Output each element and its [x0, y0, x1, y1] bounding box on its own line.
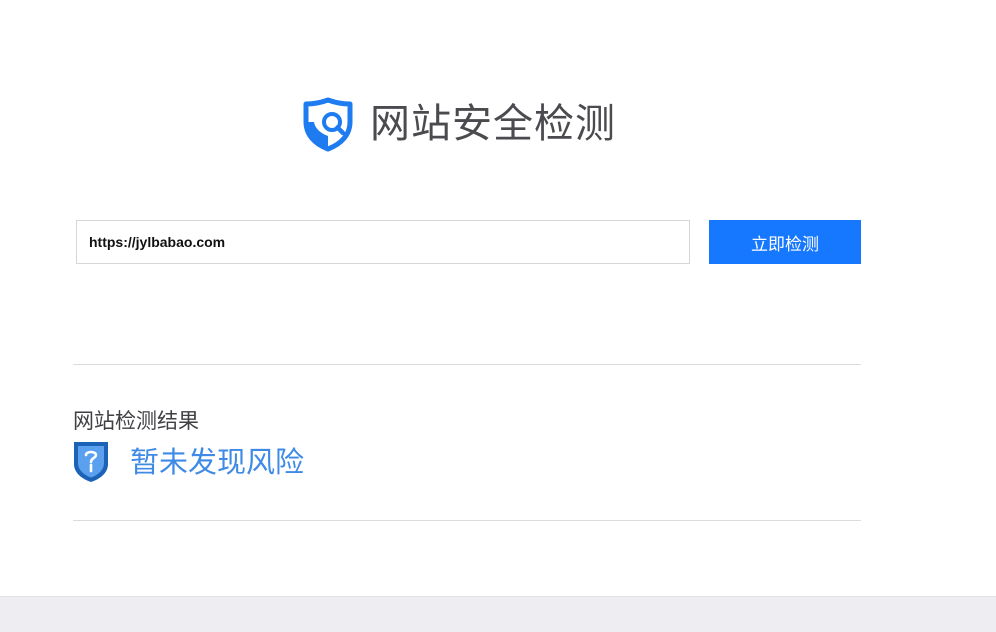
check-now-button[interactable]: 立即检测 — [709, 220, 861, 264]
divider-top — [73, 364, 861, 365]
footer-bar — [0, 596, 996, 632]
shield-question-icon — [74, 442, 108, 482]
logo: 网站安全检测 — [300, 96, 616, 152]
result-status-text: 暂未发现风险 — [130, 445, 305, 479]
result-heading: 网站检测结果 — [73, 409, 199, 433]
result-status: 暂未发现风险 — [72, 440, 304, 484]
page: 网站安全检测 立即检测 网站检测结果 暂未发现风险 — [0, 0, 996, 632]
url-input[interactable] — [76, 220, 690, 264]
divider-bottom — [73, 520, 861, 521]
shield-search-icon — [303, 97, 353, 152]
page-title: 网站安全检测 — [370, 101, 616, 147]
